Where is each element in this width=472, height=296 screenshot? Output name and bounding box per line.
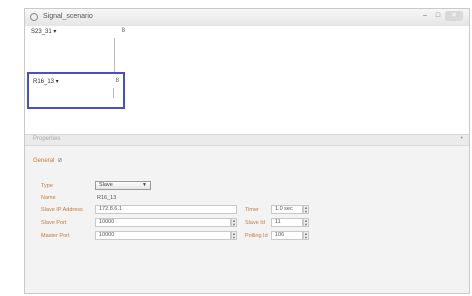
node-label: S23_31 ▾: [31, 29, 57, 35]
timer-stepper[interactable]: ▲ ▼: [303, 205, 309, 214]
diagram-canvas[interactable]: S23_31 ▾ 8 R16_13 ▾ 8: [25, 26, 469, 134]
node-port-label: 8: [115, 78, 119, 84]
master-port-input[interactable]: 10000: [95, 231, 231, 240]
name-value: R16_13: [97, 195, 117, 201]
chevron-down-icon: ▼: [142, 182, 147, 188]
timer-input[interactable]: 1.0 sec: [271, 205, 303, 214]
slave-id-label: Slave Id: [245, 220, 265, 226]
polling-id-stepper[interactable]: ▲ ▼: [303, 231, 309, 240]
slave-id-stepper[interactable]: ▲ ▼: [303, 218, 309, 227]
slave-port-label: Slave Port: [41, 220, 67, 226]
window-controls: – □ ✕: [419, 11, 463, 21]
name-label: Name: [41, 195, 56, 201]
node-connector-stub: [113, 88, 114, 98]
slave-id-input[interactable]: 11: [271, 218, 303, 227]
minimize-icon[interactable]: –: [419, 11, 431, 21]
close-icon[interactable]: ✕: [445, 11, 463, 21]
app-window: Signal_scenario – □ ✕ S23_31 ▾ 8 R16_13 …: [24, 8, 470, 294]
slave-ip-input[interactable]: 172.8.6.1: [95, 205, 237, 214]
type-label: Type: [41, 183, 53, 189]
maximize-icon[interactable]: □: [432, 11, 444, 21]
window-title: Signal_scenario: [43, 13, 93, 20]
title-bar: Signal_scenario – □ ✕: [25, 9, 469, 27]
slave-port-input[interactable]: 10000: [95, 218, 231, 227]
timer-label: Timer: [245, 207, 259, 213]
slave-ip-label: Slave IP Address: [41, 207, 83, 213]
collapse-icon[interactable]: •: [461, 135, 463, 142]
section-toggle-icon[interactable]: ⊘: [57, 158, 62, 164]
properties-title: Properties: [33, 136, 61, 142]
general-section-header[interactable]: General ⊘: [33, 157, 62, 164]
node-port-label: 8: [121, 28, 125, 34]
slave-port-stepper[interactable]: ▲ ▼: [231, 218, 237, 227]
polling-id-input[interactable]: 106: [271, 231, 303, 240]
node-connector-line: [114, 38, 115, 72]
type-select[interactable]: Slave ▼: [95, 181, 151, 190]
properties-header: Properties •: [25, 135, 469, 146]
type-select-value: Slave: [99, 182, 113, 188]
master-port-label: Master Port: [41, 233, 70, 239]
general-section-label: General: [33, 158, 55, 164]
diagram-node-top[interactable]: S23_31 ▾ 8: [31, 28, 127, 38]
properties-panel: Properties • General ⊘ Type Slave ▼ Name …: [25, 134, 469, 293]
node-label: R16_13 ▾: [33, 79, 59, 85]
polling-id-label: Polling Id: [245, 233, 268, 239]
app-icon: [30, 13, 38, 21]
master-port-stepper[interactable]: ▲ ▼: [231, 231, 237, 240]
diagram-node-selected[interactable]: R16_13 ▾ 8: [27, 72, 125, 109]
